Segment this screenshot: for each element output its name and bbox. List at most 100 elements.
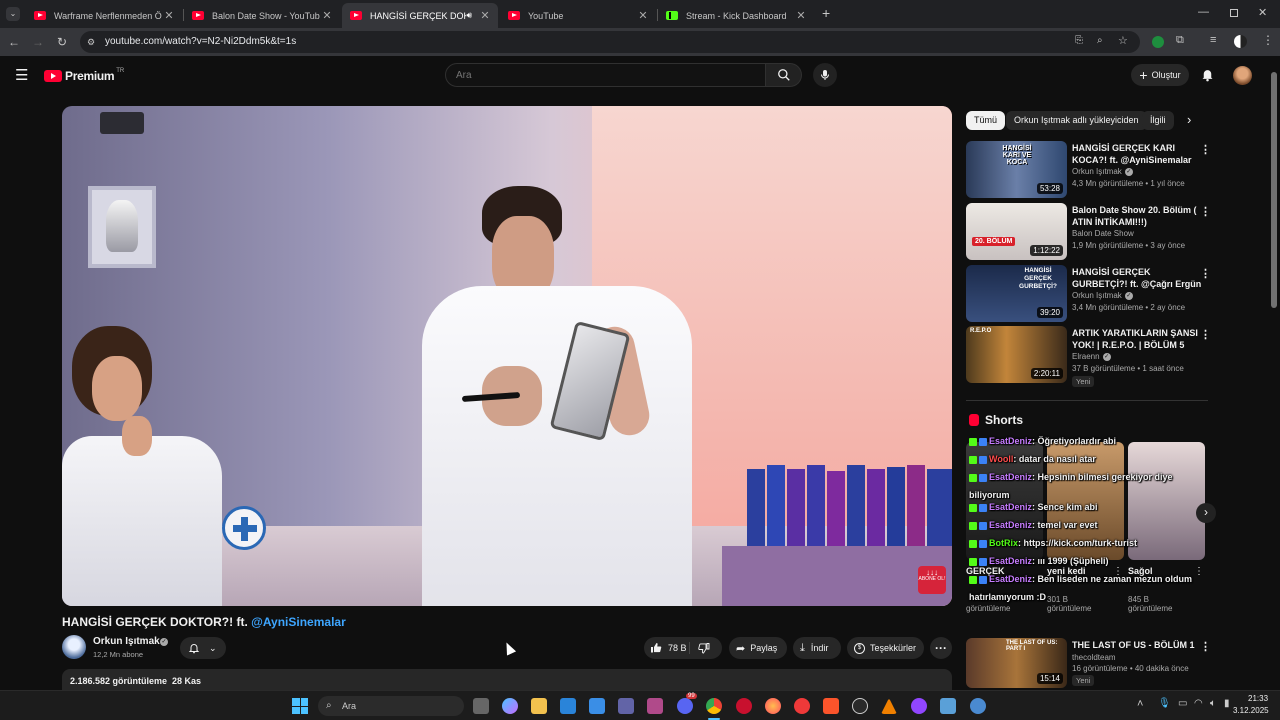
clock-time[interactable]: 21:33 — [1248, 694, 1268, 703]
app-icon[interactable] — [940, 698, 956, 714]
notifications-bell-icon[interactable] — [1200, 67, 1215, 82]
more-vertical-icon[interactable]: ⋮ — [1200, 328, 1211, 341]
avatar[interactable] — [1233, 66, 1252, 85]
voice-search-button[interactable] — [813, 63, 837, 87]
mail-icon[interactable] — [560, 698, 576, 714]
copilot-icon[interactable] — [502, 698, 518, 714]
browser-menu-icon[interactable]: ⋮ — [1262, 33, 1274, 47]
description-box[interactable]: 2.186.582 görüntüleme 28 Kas — [62, 669, 952, 691]
window-close-icon[interactable]: ✕ — [1258, 6, 1267, 19]
file-explorer-icon[interactable] — [531, 698, 547, 714]
download-button[interactable]: ⤓ İndir — [793, 637, 841, 659]
wifi-icon[interactable]: ◠ — [1194, 698, 1203, 709]
page-scrollbar[interactable] — [1271, 72, 1277, 308]
tab-warframe[interactable]: Warframe Nerflenmeden Ö… ✕ — [26, 3, 182, 28]
more-vertical-icon[interactable]: ⋮ — [1200, 205, 1211, 218]
more-vertical-icon[interactable]: ⋮ — [1200, 143, 1211, 156]
recommendation-item[interactable]: HANGİSİ KARI VE KOCA 53:28 HANGİSİ GERÇE… — [966, 141, 1211, 199]
reload-icon[interactable]: ↻ — [54, 34, 70, 50]
recommendation-item[interactable]: HANGİSİ GERÇEK GURBETÇİ? 39:20 HANGİSİ G… — [966, 265, 1211, 323]
video-thumbnail: THE LAST OF US: PART I 15:14 — [966, 638, 1067, 688]
more-actions-button[interactable]: ··· — [930, 637, 952, 659]
chip-related[interactable]: İlgili — [1142, 111, 1174, 130]
brave-icon[interactable] — [823, 698, 839, 714]
bookmark-star-icon[interactable]: ☆ — [1118, 34, 1128, 47]
restore-icon[interactable] — [1230, 9, 1238, 17]
search-input[interactable] — [446, 64, 765, 86]
create-button[interactable]: + Oluştur — [1131, 64, 1189, 86]
close-icon[interactable]: ✕ — [162, 9, 176, 22]
battery-icon[interactable]: ▮ — [1224, 698, 1230, 709]
thumbs-down-icon[interactable] — [698, 642, 710, 654]
clock-date[interactable]: 3.12.2025 — [1233, 706, 1269, 715]
extensions-puzzle-icon[interactable]: ⧉ — [1176, 34, 1184, 47]
tab-youtube[interactable]: YouTube ✕ — [500, 3, 656, 28]
recommendation-item[interactable]: THE LAST OF US: PART I 15:14 THE LAST OF… — [966, 638, 1211, 688]
like-button[interactable]: 78 B — [644, 642, 690, 654]
speaker-icon[interactable]: 🔊︎ — [466, 10, 472, 21]
vlc-icon[interactable] — [881, 698, 897, 714]
new-tab-plus-icon[interactable]: + — [822, 5, 830, 21]
tab-search-dropdown-icon[interactable]: ⌄ — [6, 7, 20, 21]
twitch-icon[interactable] — [911, 698, 927, 714]
forward-arrow-icon[interactable]: → — [30, 34, 46, 50]
chip-from-uploader[interactable]: Orkun Işıtmak adlı yükleyiciden — [1006, 111, 1147, 130]
shorts-next-chevron-icon[interactable]: › — [1196, 503, 1216, 523]
short-more-icon[interactable]: ⋮ — [1194, 566, 1204, 577]
chevron-up-icon[interactable]: ˄ — [1137, 698, 1143, 710]
recommendation-item[interactable]: 20. BÖLÜM 1:12:22 Balon Date Show 20. Bö… — [966, 203, 1211, 261]
address-bar[interactable]: ⚙ youtube.com/watch?v=N2-Ni2Ddm5k&t=1s ⎘… — [80, 31, 1140, 53]
chrome-icon[interactable] — [706, 698, 722, 714]
close-icon[interactable]: ✕ — [478, 9, 492, 22]
chatgpt-icon[interactable] — [852, 698, 868, 714]
minimize-icon[interactable]: — — [1198, 6, 1209, 18]
search-button[interactable] — [766, 63, 802, 87]
subscribed-bell-button[interactable]: ⌄ — [180, 637, 226, 659]
chip-all[interactable]: Tümü — [966, 111, 1006, 130]
zoom-icon[interactable]: ⌕ — [1097, 35, 1103, 46]
platform-badge-icon — [979, 473, 987, 482]
store-icon[interactable] — [589, 698, 605, 714]
volume-icon[interactable]: 🔈︎ — [1210, 698, 1216, 709]
channel-avatar[interactable] — [62, 635, 86, 659]
title-mention-link[interactable]: @AyniSinemalar — [251, 615, 346, 629]
microphone-icon[interactable]: 🎙︎ — [1158, 698, 1171, 709]
install-app-icon[interactable]: ⎘ — [1075, 35, 1083, 46]
youtube-premium-logo[interactable]: Premium TR — [44, 68, 124, 83]
media-control-icon[interactable]: ≡ — [1210, 34, 1216, 46]
share-button[interactable]: ➦ Paylaş — [729, 637, 787, 659]
subscribe-watermark[interactable]: ↓↓↓ ABONE OL! — [918, 566, 946, 594]
back-arrow-icon[interactable]: ← — [6, 34, 22, 50]
task-view-icon[interactable] — [473, 698, 489, 714]
close-icon[interactable]: ✕ — [794, 9, 808, 22]
more-vertical-icon[interactable]: ⋮ — [1200, 640, 1211, 653]
chevron-right-icon[interactable]: › — [1187, 112, 1191, 127]
recommendation-item[interactable]: R.E.P.O 2:20:11 ARTIK YARATIKLARIN ŞANSI… — [966, 326, 1211, 390]
teams-icon[interactable] — [618, 698, 634, 714]
profile-icon[interactable] — [1234, 35, 1247, 48]
opera-icon[interactable] — [736, 698, 752, 714]
tab-hangisi-gercek-doktor[interactable]: HANGİSİ GERÇEK DOKTOR 🔊︎ ✕ — [342, 3, 498, 28]
tab-balon-date-show[interactable]: Balon Date Show - YouTube ✕ — [184, 3, 340, 28]
vivaldi-icon[interactable] — [794, 698, 810, 714]
video-player[interactable]: ↓↓↓ ABONE OL! — [62, 106, 952, 606]
display-icon[interactable]: ▭ — [1178, 698, 1187, 709]
app-icon[interactable] — [970, 698, 986, 714]
more-vertical-icon[interactable]: ⋮ — [1200, 267, 1211, 280]
app-icon[interactable] — [647, 698, 663, 714]
channel-name[interactable]: Orkun Işıtmak — [93, 636, 160, 647]
discord-icon[interactable]: 99 — [677, 693, 697, 714]
site-info-icon[interactable]: ⚙ — [87, 37, 95, 48]
hamburger-menu-icon[interactable]: ☰ — [15, 66, 28, 84]
close-icon[interactable]: ✕ — [320, 9, 334, 22]
firefox-icon[interactable] — [765, 698, 781, 714]
extension-shield-icon[interactable] — [1152, 36, 1164, 48]
taskbar-search[interactable]: ⌕ Ara — [318, 696, 464, 716]
tab-kick-dashboard[interactable]: Stream - Kick Dashboard ✕ — [658, 3, 814, 28]
close-icon[interactable]: ✕ — [636, 9, 650, 22]
windows-start-icon[interactable] — [292, 698, 308, 714]
short-card[interactable] — [1128, 442, 1205, 560]
url-text: youtube.com/watch?v=N2-Ni2Ddm5k&t=1s — [105, 36, 297, 47]
thanks-button[interactable]: $ Teşekkürler — [847, 637, 924, 659]
platform-badge-icon — [979, 539, 987, 548]
